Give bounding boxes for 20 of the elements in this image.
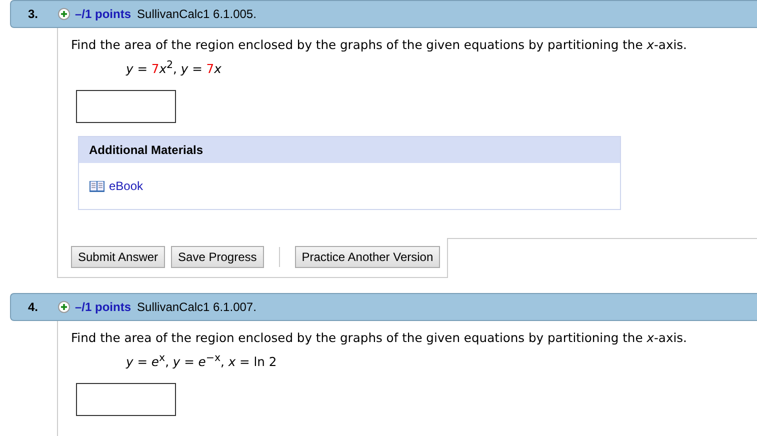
- action-button[interactable]: Save Progress: [171, 246, 264, 268]
- book-icon: [89, 180, 105, 193]
- question-prompt: Find the area of the region enclosed by the graphs of the given equations by partitioning the x-axis.: [71, 38, 688, 52]
- plus-icon[interactable]: [58, 8, 70, 20]
- practice-button[interactable]: Practice Another Version: [294, 246, 440, 268]
- equation: y = e$^{x}$, y = e$^{−x}$, x = ln 2: [126, 352, 278, 370]
- question-number: 3.: [27, 7, 40, 21]
- question-number: 4.: [27, 300, 40, 314]
- materials-title: Additional Materials: [89, 143, 204, 158]
- ebook-link[interactable]: eBook: [109, 179, 144, 194]
- question-source: SullivanCalc1 6.1.005.: [137, 7, 256, 21]
- answer-field[interactable]: [76, 383, 176, 416]
- action-button[interactable]: Submit Answer: [71, 246, 166, 268]
- points-label: –/1 points: [75, 7, 132, 21]
- answer-field[interactable]: [76, 90, 176, 124]
- plus-icon[interactable]: [58, 301, 70, 314]
- points-label: –/1 points: [75, 300, 132, 314]
- question-prompt: Find the area of the region enclosed by the graphs of the given equations by partitioning the x-axis.: [71, 331, 688, 346]
- equation: y = 7x$^{2}$, y = 7x: [126, 59, 222, 76]
- question-source: SullivanCalc1 6.1.007.: [137, 300, 256, 314]
